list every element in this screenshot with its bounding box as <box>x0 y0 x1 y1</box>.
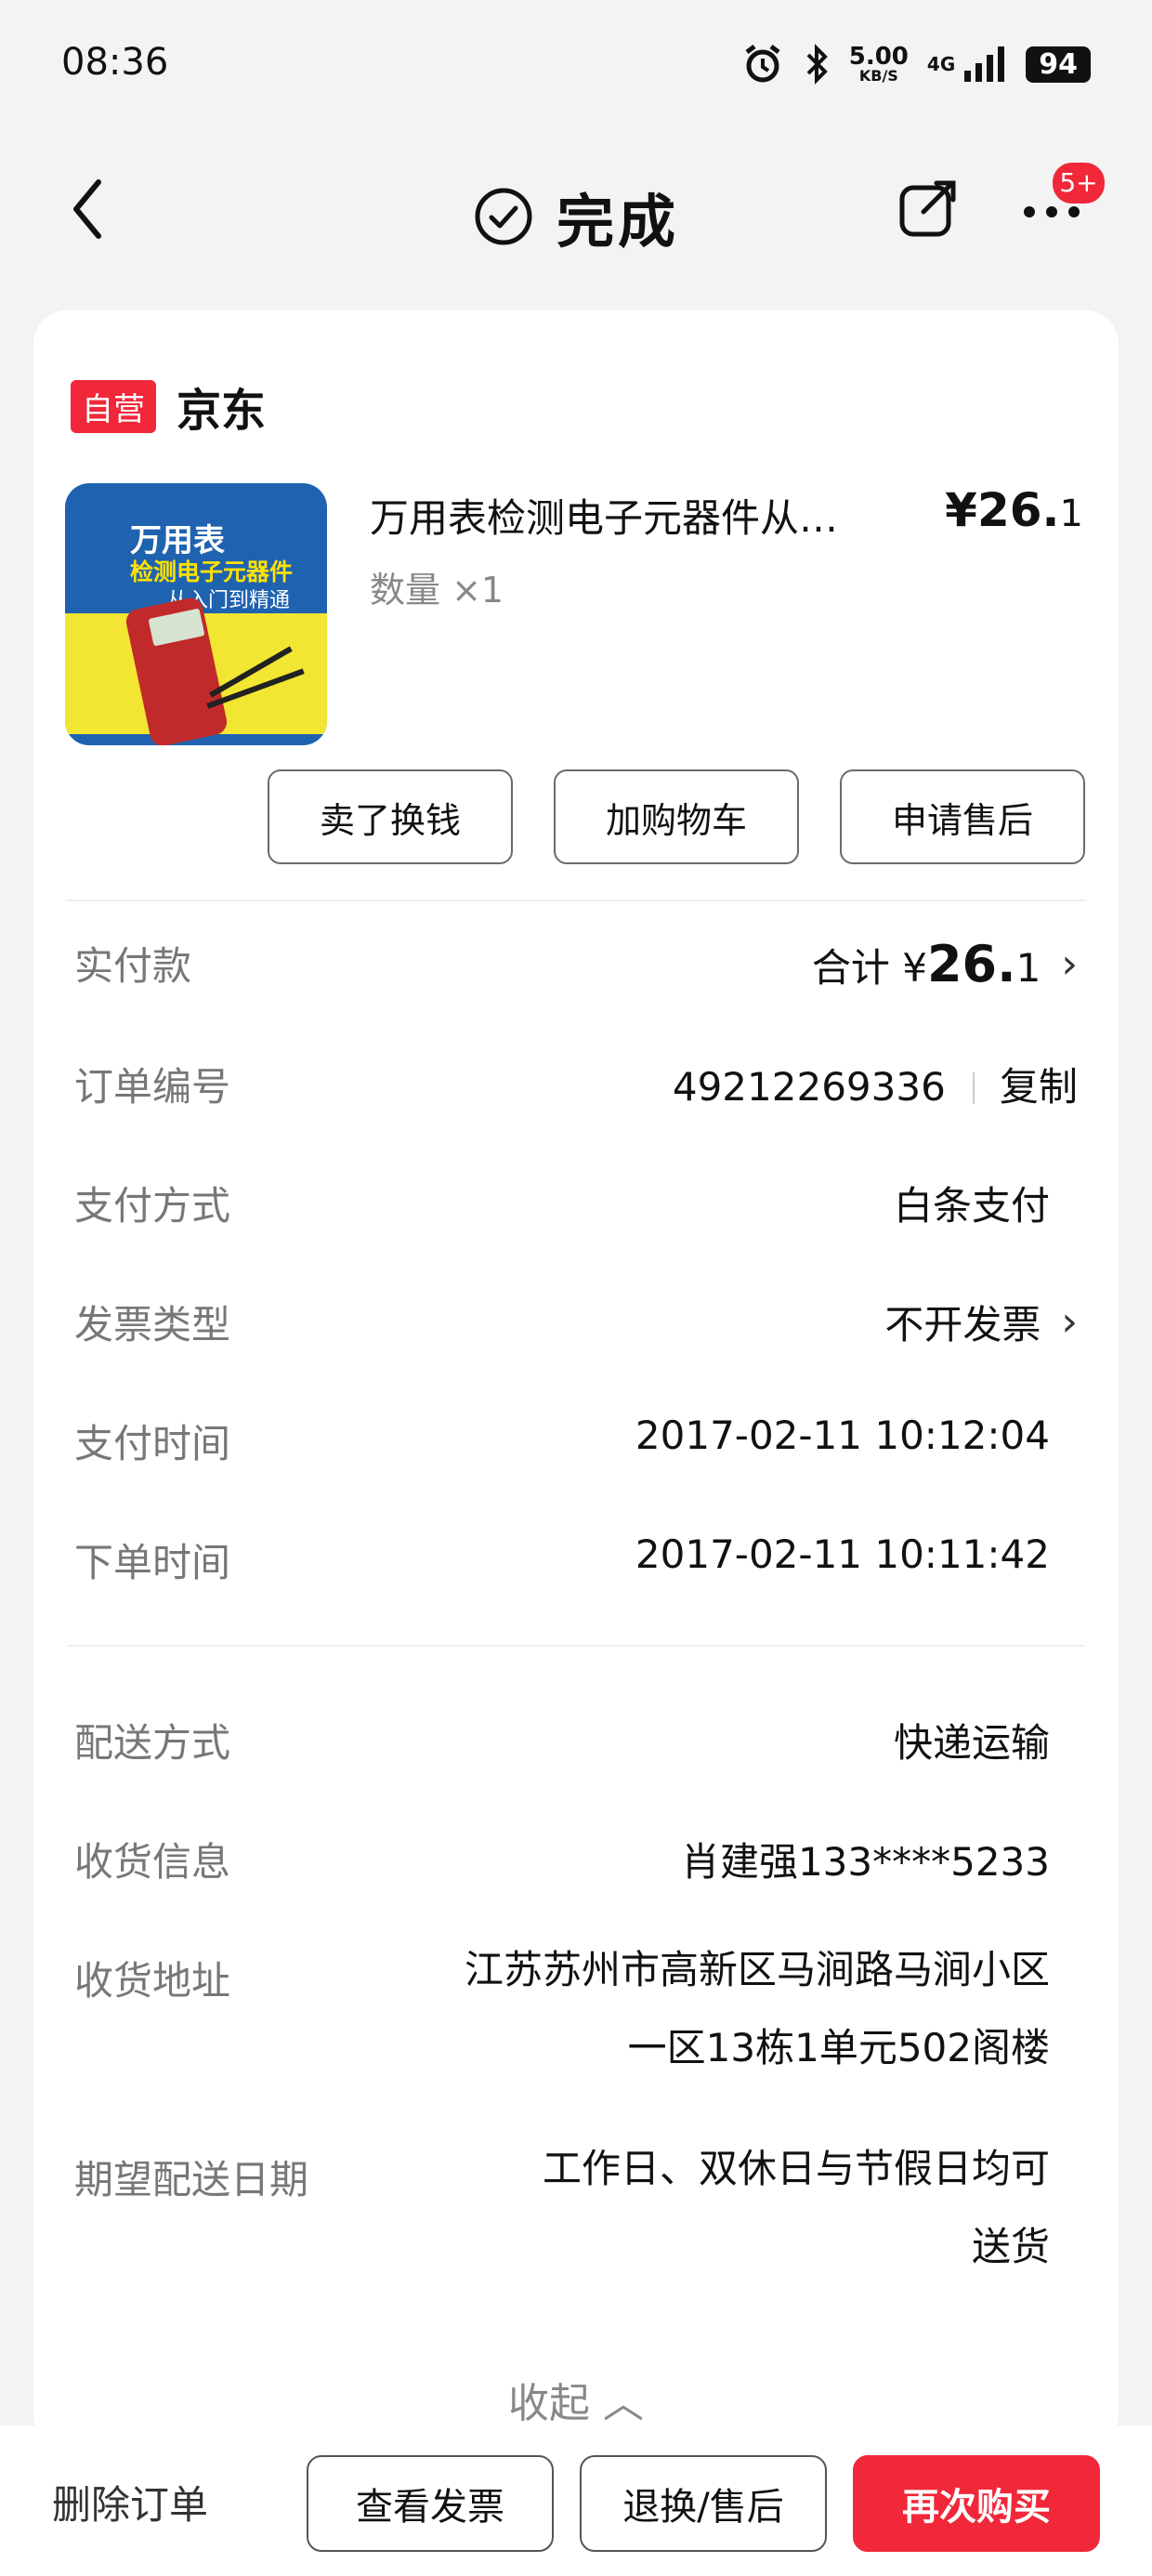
network-type: 4G <box>926 53 956 75</box>
product-quantity: 数量 ×1 <box>370 570 504 611</box>
delete-order-button[interactable]: 删除订单 <box>52 2474 208 2530</box>
status-time: 08:36 <box>61 41 169 84</box>
network-speed: 5.00 KB/S <box>848 43 909 85</box>
shop-name: 京东 <box>177 385 267 437</box>
share-icon[interactable] <box>897 178 959 240</box>
page-title-group: 完成 <box>0 175 1152 258</box>
return-after-sale-button[interactable]: 退换/售后 <box>580 2455 827 2552</box>
product-price: ¥26.1 <box>945 483 1083 537</box>
buy-again-button[interactable]: 再次购买 <box>853 2455 1100 2552</box>
self-operated-tag: 自营 <box>71 379 156 433</box>
bottom-action-bar: 删除订单 查看发票 退换/售后 再次购买 <box>0 2425 1152 2576</box>
shop-header[interactable]: 自营 京东 <box>71 374 266 439</box>
add-to-cart-button[interactable]: 加购物车 <box>554 769 799 864</box>
cover-subtitle: 检测电子元器件 <box>130 559 294 585</box>
chevron-right-icon: › <box>1061 1298 1078 1346</box>
divider <box>67 1645 1085 1647</box>
product-image[interactable]: 万用表 检测电子元器件 从入门到精通 <box>65 483 327 745</box>
divider <box>67 900 1085 901</box>
after-sale-button[interactable]: 申请售后 <box>840 769 1085 864</box>
chevron-up-icon: ︿ <box>603 2380 644 2427</box>
copy-button[interactable]: 复制 <box>1000 1064 1078 1110</box>
collapse-button[interactable]: 收起 ︿ <box>33 2370 1119 2429</box>
bluetooth-icon <box>806 44 828 85</box>
product-title[interactable]: 万用表检测电子元器件从… <box>370 487 946 544</box>
chevron-right-icon: › <box>1061 940 1078 988</box>
check-circle-icon <box>475 188 532 245</box>
sell-button[interactable]: 卖了换钱 <box>268 769 513 864</box>
signal-icon <box>964 46 1005 82</box>
view-invoice-button[interactable]: 查看发票 <box>307 2455 554 2552</box>
notification-badge: 5+ <box>1050 160 1107 206</box>
page-title: 完成 <box>556 188 679 256</box>
alarm-icon <box>745 45 780 83</box>
battery-indicator: 94 <box>1026 46 1091 83</box>
nav-bar: 完成 5+ <box>0 158 1152 260</box>
status-icons: 5.00 KB/S 4G 94 <box>741 43 1091 85</box>
order-card: 自营 京东 万用表 检测电子元器件 从入门到精通 万用表检测电子元器件从… ¥2… <box>33 310 1119 2448</box>
status-bar: 08:36 5.00 KB/S 4G 94 <box>0 0 1152 139</box>
order-number: 49212269336 <box>672 1064 946 1110</box>
